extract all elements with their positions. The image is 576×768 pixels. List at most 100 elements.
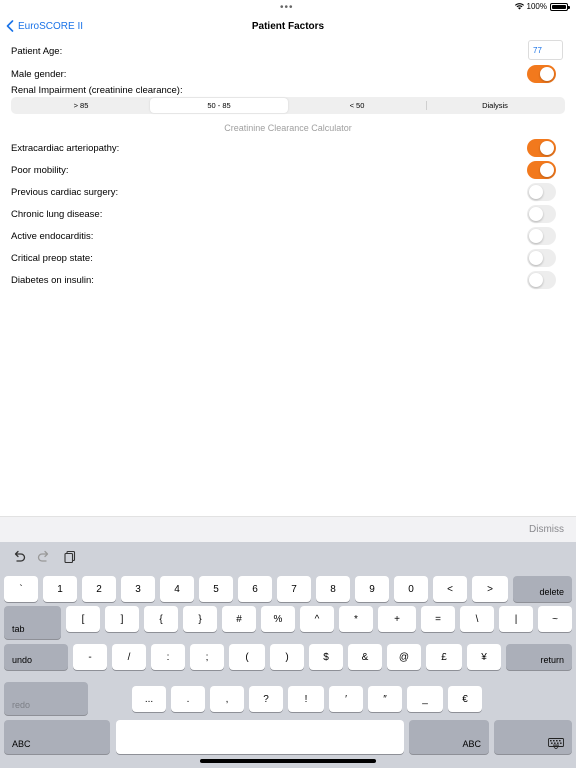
battery-percent: 100%	[526, 2, 547, 11]
key-6[interactable]: 6	[238, 576, 272, 602]
key-7[interactable]: 7	[277, 576, 311, 602]
factor-label-diabetes-on-insulin: Diabetes on insulin:	[11, 275, 94, 286]
age-input[interactable]	[528, 40, 563, 60]
key-hyphen[interactable]: -	[73, 644, 107, 670]
key-equals[interactable]: =	[421, 606, 455, 632]
redo-key[interactable]: redo	[4, 682, 88, 715]
toggle-knob	[540, 141, 554, 155]
hide-keyboard-key[interactable]	[494, 720, 572, 754]
toggle-knob	[540, 67, 554, 81]
key-ellipsis[interactable]: ...	[132, 686, 166, 712]
key-dollar[interactable]: $	[309, 644, 343, 670]
key-right-brace[interactable]: }	[183, 606, 217, 632]
key-caret[interactable]: ^	[300, 606, 334, 632]
key-left-paren[interactable]: (	[229, 644, 265, 670]
toggle-knob	[529, 229, 543, 243]
undo-icon[interactable]	[12, 550, 26, 564]
dismiss-button[interactable]: Dismiss	[529, 524, 564, 535]
abc-key-right[interactable]: ABC	[409, 720, 489, 754]
toggle-extracardiac-arteriopathy[interactable]	[527, 139, 556, 157]
key-backtick[interactable]: `	[4, 576, 38, 602]
redo-icon[interactable]	[37, 550, 51, 564]
key-asterisk[interactable]: *	[339, 606, 373, 632]
nav-bar: EuroSCORE II Patient Factors	[0, 16, 576, 40]
key-semicolon[interactable]: ;	[190, 644, 224, 670]
key-0[interactable]: 0	[394, 576, 428, 602]
space-bar[interactable]	[116, 720, 404, 754]
factor-label-poor-mobility: Poor mobility:	[11, 165, 69, 176]
toggle-knob	[529, 185, 543, 199]
abc-key-left[interactable]: ABC	[4, 720, 110, 754]
key-euro[interactable]: €	[448, 686, 482, 712]
toggle-previous-cardiac-surgery[interactable]	[527, 183, 556, 201]
key-percent[interactable]: %	[261, 606, 295, 632]
key-left-brace[interactable]: {	[144, 606, 178, 632]
key-tilde[interactable]: ~	[538, 606, 572, 632]
key-left-bracket[interactable]: [	[66, 606, 100, 632]
multitasking-dots-icon[interactable]: •••	[280, 2, 294, 13]
renal-option-dialysis[interactable]: Dialysis	[426, 98, 564, 113]
renal-option-50-85[interactable]: 50 - 85	[150, 98, 288, 113]
clipboard-icon[interactable]	[63, 550, 77, 564]
toggle-knob	[540, 163, 554, 177]
key-exclamation[interactable]: !	[288, 686, 324, 712]
toggle-knob	[529, 251, 543, 265]
toggle-active-endocarditis[interactable]	[527, 227, 556, 245]
key-8[interactable]: 8	[316, 576, 350, 602]
key-3[interactable]: 3	[121, 576, 155, 602]
key-at[interactable]: @	[387, 644, 421, 670]
toggle-knob	[529, 273, 543, 287]
key-period[interactable]: .	[171, 686, 205, 712]
key-9[interactable]: 9	[355, 576, 389, 602]
toggle-poor-mobility[interactable]	[527, 161, 556, 179]
key-double-prime[interactable]: ″	[368, 686, 402, 712]
factor-label-extracardiac-arteriopathy: Extracardiac arteriopathy:	[11, 143, 120, 154]
male-gender-toggle[interactable]	[527, 65, 556, 83]
toggle-chronic-lung-disease[interactable]	[527, 205, 556, 223]
key-colon[interactable]: :	[151, 644, 185, 670]
renal-option-gt85[interactable]: > 85	[12, 98, 150, 113]
key-right-paren[interactable]: )	[270, 644, 304, 670]
battery-icon	[550, 2, 570, 11]
key-question[interactable]: ?	[249, 686, 283, 712]
factor-label-previous-cardiac-surgery: Previous cardiac surgery:	[11, 187, 119, 198]
key-prime[interactable]: ′	[329, 686, 363, 712]
male-gender-label: Male gender:	[11, 69, 67, 80]
factor-label-active-endocarditis: Active endocarditis:	[11, 231, 94, 242]
status-bar: ••• 100%	[0, 0, 576, 14]
key-pound[interactable]: £	[426, 644, 462, 670]
return-key[interactable]: return	[506, 644, 572, 670]
key-pipe[interactable]: |	[499, 606, 533, 632]
delete-key[interactable]: delete	[513, 576, 572, 602]
home-indicator[interactable]	[200, 759, 376, 763]
key-yen[interactable]: ¥	[467, 644, 501, 670]
undo-key[interactable]: undo	[4, 644, 68, 670]
status-right: 100%	[514, 2, 570, 11]
factor-label-chronic-lung-disease: Chronic lung disease:	[11, 209, 103, 220]
key-4[interactable]: 4	[160, 576, 194, 602]
key-ampersand[interactable]: &	[348, 644, 382, 670]
creatinine-calculator-link[interactable]: Creatinine Clearance Calculator	[0, 123, 576, 133]
key-slash[interactable]: /	[112, 644, 146, 670]
key-1[interactable]: 1	[43, 576, 77, 602]
page-title: Patient Factors	[251, 21, 325, 32]
key-backslash[interactable]: \	[460, 606, 494, 632]
key-right-bracket[interactable]: ]	[105, 606, 139, 632]
key-plus[interactable]: +	[378, 606, 416, 632]
wifi-icon	[514, 3, 524, 10]
key-less-than[interactable]: <	[433, 576, 467, 602]
key-greater-than[interactable]: >	[472, 576, 508, 602]
keyboard: ` 1 2 3 4 5 6 7 8 9 0 < > delete tab [ ]…	[0, 542, 576, 768]
key-2[interactable]: 2	[82, 576, 116, 602]
key-underscore[interactable]: _	[407, 686, 443, 712]
renal-segmented-control: > 85 50 - 85 < 50 Dialysis	[11, 97, 565, 114]
key-comma[interactable]: ,	[210, 686, 244, 712]
key-hash[interactable]: #	[222, 606, 256, 632]
tab-key[interactable]: tab	[4, 606, 61, 639]
toggle-diabetes-on-insulin[interactable]	[527, 271, 556, 289]
factor-label-critical-preop-state: Critical preop state:	[11, 253, 93, 264]
key-5[interactable]: 5	[199, 576, 233, 602]
keyboard-icon	[548, 738, 564, 749]
renal-option-lt50[interactable]: < 50	[288, 98, 426, 113]
toggle-critical-preop-state[interactable]	[527, 249, 556, 267]
